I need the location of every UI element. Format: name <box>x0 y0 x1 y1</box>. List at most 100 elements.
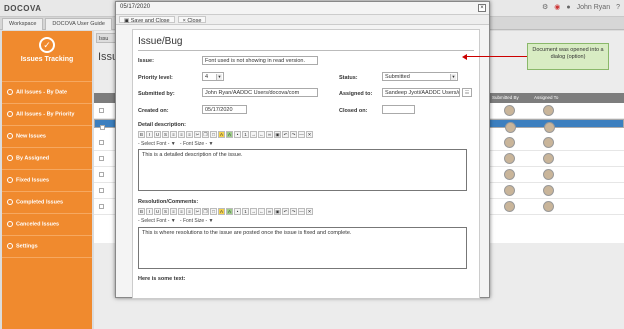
user-icon[interactable]: ● <box>566 4 570 11</box>
sidebar-item-by-date[interactable]: All Issues - By Date <box>2 82 92 104</box>
avatar <box>544 122 555 133</box>
notification-icon[interactable]: ⚙ <box>542 3 548 11</box>
indent-icon[interactable]: → <box>250 131 257 138</box>
priority-select[interactable]: 4 ▼ <box>202 72 224 81</box>
issue-field[interactable]: Font used is not showing in read version… <box>202 56 318 65</box>
sidebar-item-completed-issues[interactable]: Completed Issues <box>2 192 92 214</box>
copy-icon[interactable]: ❐ <box>202 208 209 215</box>
bold-icon[interactable]: B <box>138 208 145 215</box>
row-checkbox[interactable] <box>99 140 104 145</box>
avatar <box>505 122 516 133</box>
strike-icon[interactable]: S <box>162 208 169 215</box>
title-divider <box>138 50 474 51</box>
cut-icon[interactable]: ✂ <box>194 131 201 138</box>
assigned-to-field[interactable]: Sandeep Jyoti/AADDC Users/do <box>382 88 460 97</box>
align-left-icon[interactable]: ≡ <box>170 208 177 215</box>
avatar <box>504 153 515 164</box>
priority-label: Priority level: <box>138 75 173 81</box>
gear-icon <box>7 243 13 249</box>
font-size-select[interactable]: - Font Size - <box>180 141 207 147</box>
hr-icon[interactable]: — <box>298 131 305 138</box>
dialog-close-icon[interactable]: × <box>478 4 486 12</box>
align-right-icon[interactable]: ≡ <box>186 208 193 215</box>
link-icon[interactable]: ∞ <box>266 131 273 138</box>
tab-user-guide[interactable]: DOCOVA User Guide <box>45 18 112 30</box>
col-assigned-to[interactable]: Assigned To <box>534 95 558 100</box>
paste-icon[interactable]: □ <box>210 131 217 138</box>
list-icon[interactable]: • <box>234 131 241 138</box>
row-checkbox[interactable] <box>99 188 104 193</box>
outdent-icon[interactable]: ← <box>258 208 265 215</box>
undo-icon[interactable]: ↶ <box>282 131 289 138</box>
closed-on-field[interactable] <box>382 105 415 114</box>
sidebar-item-fixed-issues[interactable]: Fixed Issues <box>2 170 92 192</box>
close-button[interactable]: × Close <box>177 16 207 24</box>
font-select[interactable]: - Select Font - <box>138 218 169 224</box>
sidebar-item-by-priority[interactable]: All Issues - By Priority <box>2 104 92 126</box>
row-checkbox[interactable] <box>99 172 104 177</box>
help-icon[interactable]: ? <box>616 4 620 11</box>
image-icon[interactable]: ▣ <box>274 131 281 138</box>
user-name[interactable]: John Ryan <box>577 4 610 11</box>
row-checkbox[interactable] <box>99 108 104 113</box>
submitted-by-field[interactable]: John Ryan/AADDC Users/docova/com <box>202 88 318 97</box>
indent-icon[interactable]: → <box>250 208 257 215</box>
copy-icon[interactable]: ❐ <box>202 131 209 138</box>
issue-dialog: 05/17/2020 × ▣ Save and Close × Close Is… <box>115 1 490 299</box>
avatar <box>504 201 515 212</box>
row-checkbox[interactable] <box>99 156 104 161</box>
underline-icon[interactable]: U <box>154 208 161 215</box>
sidebar-item-settings[interactable]: Settings <box>2 236 92 258</box>
row-checkbox[interactable] <box>99 204 104 209</box>
link-icon[interactable]: ∞ <box>266 208 273 215</box>
highlight-icon[interactable]: A <box>226 208 233 215</box>
outdent-icon[interactable]: ← <box>258 131 265 138</box>
highlight-icon[interactable]: A <box>226 131 233 138</box>
color-icon[interactable]: A <box>218 131 225 138</box>
bold-icon[interactable]: B <box>138 131 145 138</box>
align-center-icon[interactable]: ≡ <box>178 208 185 215</box>
image-icon[interactable]: ▣ <box>274 208 281 215</box>
align-left-icon[interactable]: ≡ <box>170 131 177 138</box>
address-book-icon[interactable]: ☷ <box>462 88 472 97</box>
detail-description-editor[interactable]: This is a detailed description of the is… <box>138 149 467 191</box>
align-center-icon[interactable]: ≡ <box>178 131 185 138</box>
wifi-icon[interactable]: ◉ <box>554 3 560 11</box>
hr-icon[interactable]: — <box>298 208 305 215</box>
created-on-field[interactable]: 05/17/2020 <box>202 105 247 114</box>
resolution-editor[interactable]: This is where resolutions to the issue a… <box>138 227 467 269</box>
issue-document: Issue/Bug Issue: Font used is not showin… <box>132 29 480 299</box>
redo-icon[interactable]: ↷ <box>290 131 297 138</box>
font-size-select[interactable]: - Font Size - <box>180 218 207 224</box>
numbered-list-icon[interactable]: 1 <box>242 131 249 138</box>
underline-icon[interactable]: U <box>154 131 161 138</box>
save-and-close-button[interactable]: ▣ Save and Close <box>119 16 175 24</box>
list-icon[interactable]: • <box>234 208 241 215</box>
cut-icon[interactable]: ✂ <box>194 208 201 215</box>
paste-icon[interactable]: □ <box>210 208 217 215</box>
font-select[interactable]: - Select Font - <box>138 141 169 147</box>
italic-icon[interactable]: I <box>146 131 153 138</box>
tab-workspace[interactable]: Workspace <box>2 18 44 30</box>
clear-format-icon[interactable]: ✕ <box>306 208 313 215</box>
avatar <box>504 137 515 148</box>
color-icon[interactable]: A <box>218 208 225 215</box>
bg-view-tab[interactable]: Issu <box>96 33 116 43</box>
check-icon: ✓ <box>39 37 55 53</box>
align-right-icon[interactable]: ≡ <box>186 131 193 138</box>
sidebar-item-new-issues[interactable]: New Issues <box>2 126 92 148</box>
strike-icon[interactable]: S <box>162 131 169 138</box>
row-checkbox[interactable] <box>100 125 105 130</box>
dialog-date: 05/17/2020 <box>120 4 151 10</box>
numbered-list-icon[interactable]: 1 <box>242 208 249 215</box>
clear-format-icon[interactable]: ✕ <box>306 131 313 138</box>
avatar <box>543 137 554 148</box>
redo-icon[interactable]: ↷ <box>290 208 297 215</box>
italic-icon[interactable]: I <box>146 208 153 215</box>
assigned-to-label: Assigned to: <box>339 91 373 97</box>
sidebar-item-by-assigned[interactable]: By Assigned <box>2 148 92 170</box>
col-submitted-by[interactable]: Submitted By <box>492 95 519 100</box>
sidebar-item-canceled-issues[interactable]: Canceled Issues <box>2 214 92 236</box>
status-select[interactable]: Submitted ▼ <box>382 72 458 81</box>
undo-icon[interactable]: ↶ <box>282 208 289 215</box>
